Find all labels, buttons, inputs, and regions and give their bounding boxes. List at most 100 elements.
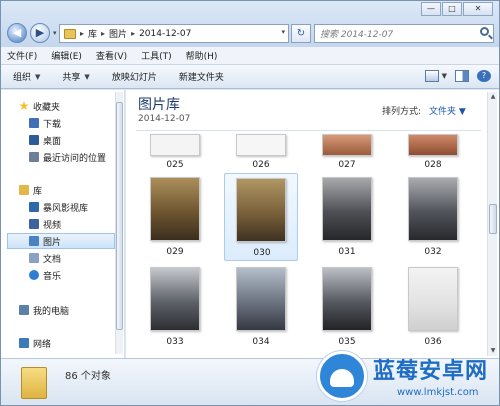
address-dropdown[interactable]: ▾ <box>281 28 285 36</box>
thumbnail-item-selected[interactable]: 030 <box>224 173 298 261</box>
search-input[interactable]: 搜索 2014-12-07 <box>314 24 494 43</box>
file-list-pane: 图片库 2014-12-07 排列方式: 文件夹 ▼ 025 026 027 0… <box>126 90 499 358</box>
sidebar-item-downloads[interactable]: 下载 <box>29 115 141 131</box>
breadcrumb-separator[interactable]: ▸ <box>131 29 135 38</box>
thumbnail-item[interactable]: 031 <box>316 175 378 261</box>
photo-thumbnail <box>408 267 458 331</box>
chevron-down-icon: ▼ <box>84 72 90 81</box>
search-icon[interactable] <box>480 27 489 36</box>
thumbnail-item[interactable]: 028 <box>402 134 464 174</box>
help-icon[interactable]: ? <box>477 70 491 82</box>
scroll-up-icon[interactable]: ▲ <box>489 93 497 101</box>
sidebar-item-label: 视频 <box>43 220 62 231</box>
search-placeholder: 搜索 2014-12-07 <box>320 30 394 40</box>
photo-thumbnail <box>322 134 372 156</box>
item-count: 86 个对象 <box>65 371 111 382</box>
thumbnail-item[interactable]: 025 <box>144 134 206 174</box>
chevron-down-icon[interactable]: ▼ <box>442 72 447 80</box>
maximize-button[interactable]: □ <box>442 2 462 16</box>
thumbnail-caption: 030 <box>253 248 271 258</box>
photo-thumbnail <box>150 134 200 156</box>
content-scrollbar[interactable]: ▲ ▼ <box>487 92 497 356</box>
thumbnail-item[interactable]: 029 <box>144 175 206 261</box>
sidebar-item-videos[interactable]: 视频 <box>29 216 141 232</box>
breadcrumb-pictures[interactable]: 图片 <box>109 27 127 40</box>
photo-thumbnail <box>150 267 200 331</box>
window-controls: — □ ✕ <box>420 2 493 16</box>
folder-icon <box>64 28 76 39</box>
address-bar[interactable]: ▸ 库 ▸ 图片 ▸ 2014-12-07 ▾ <box>59 24 289 43</box>
documents-icon <box>29 253 39 263</box>
watermark-brand: 蓝莓安卓网 <box>373 359 489 384</box>
navigation-buttons: ◀ ▶ ▾ <box>7 22 57 44</box>
refresh-button[interactable]: ↻ <box>291 24 311 43</box>
photo-thumbnail <box>236 267 286 331</box>
thumbnail-item[interactable]: 027 <box>316 134 378 174</box>
sidebar-item-desktop[interactable]: 桌面 <box>29 132 141 148</box>
sidebar-item-label: 我的电脑 <box>33 306 70 317</box>
music-icon <box>29 270 39 280</box>
thumbnail-item[interactable]: 033 <box>144 265 206 351</box>
explorer-window: — □ ✕ ◀ ▶ ▾ ▸ 库 ▸ 图片 ▸ 2014-12-07 ▾ ↻ 搜索… <box>0 0 500 406</box>
library-subtitle: 2014-12-07 <box>138 114 191 124</box>
organize-label: 组织 <box>13 73 32 83</box>
thumbnail-item[interactable]: 034 <box>230 265 292 351</box>
thumbnail-caption: 033 <box>166 337 184 347</box>
thumbnail-item[interactable]: 036 <box>402 265 464 351</box>
sidebar-item-recent-places[interactable]: 最近访问的位置 <box>29 149 141 165</box>
breadcrumb-library[interactable]: 库 <box>88 27 97 40</box>
sidebar-item-video-library[interactable]: 暴风影视库 <box>29 199 141 215</box>
menu-view[interactable]: 查看(V) <box>96 49 127 62</box>
sidebar-item-documents[interactable]: 文档 <box>29 250 141 266</box>
scrollbar-thumb[interactable] <box>489 204 497 234</box>
thumbnail-caption: 027 <box>338 160 356 170</box>
preview-pane-icon[interactable] <box>455 70 469 82</box>
breadcrumb-separator[interactable]: ▸ <box>80 29 84 38</box>
folder-icon <box>21 367 47 399</box>
slideshow-button[interactable]: 放映幻灯片 <box>112 70 157 83</box>
change-view-icon[interactable] <box>424 70 439 82</box>
thumbnail-caption: 035 <box>338 337 356 347</box>
close-button[interactable]: ✕ <box>463 2 493 16</box>
minimize-button[interactable]: — <box>421 2 441 16</box>
navigation-scrollbar[interactable] <box>115 92 123 354</box>
new-folder-button[interactable]: 新建文件夹 <box>179 70 224 83</box>
watermark: 蓝莓安卓网 www.lmkjst.com <box>317 349 500 406</box>
recent-pages-dropdown[interactable]: ▾ <box>53 29 57 37</box>
chevron-down-icon: ▼ <box>35 72 41 81</box>
photo-thumbnail <box>408 134 458 156</box>
scrollbar-thumb[interactable] <box>116 102 123 330</box>
organize-button[interactable]: 组织 ▼ <box>13 70 41 84</box>
thumbnail-item[interactable]: 032 <box>402 175 464 261</box>
sidebar-item-label: 下载 <box>43 119 62 130</box>
sidebar-item-label: 文档 <box>43 254 62 265</box>
photo-thumbnail <box>322 177 372 241</box>
computer-icon <box>19 305 29 315</box>
thumbnail-caption: 034 <box>252 337 270 347</box>
forward-button[interactable]: ▶ <box>30 23 50 43</box>
video-icon <box>29 219 39 229</box>
photo-thumbnail <box>236 178 286 242</box>
thumbnail-item[interactable]: 026 <box>230 134 292 174</box>
breadcrumb-date-folder[interactable]: 2014-12-07 <box>139 29 191 39</box>
menu-tools[interactable]: 工具(T) <box>141 49 172 62</box>
thumbnail-caption: 036 <box>424 337 442 347</box>
sidebar-item-label: 网络 <box>33 339 52 350</box>
thumbnail-item[interactable]: 035 <box>316 265 378 351</box>
share-button[interactable]: 共享 ▼ <box>62 70 90 84</box>
sidebar-item-music[interactable]: 音乐 <box>29 267 141 283</box>
sidebar-item-label: 桌面 <box>43 136 62 147</box>
menu-edit[interactable]: 编辑(E) <box>51 49 82 62</box>
back-button[interactable]: ◀ <box>7 23 27 43</box>
video-library-icon <box>29 202 39 212</box>
arrange-by-dropdown[interactable]: 文件夹 ▼ <box>429 104 466 117</box>
photo-thumbnail <box>150 177 200 241</box>
menu-file[interactable]: 文件(F) <box>7 49 37 62</box>
thumbnail-caption: 029 <box>166 247 184 257</box>
photo-thumbnail <box>236 134 286 156</box>
menu-help[interactable]: 帮助(H) <box>186 49 218 62</box>
breadcrumb-separator[interactable]: ▸ <box>101 29 105 38</box>
toolbar-right: ▼ ? <box>417 70 491 82</box>
sidebar-item-label: 暴风影视库 <box>43 203 89 214</box>
sidebar-item-pictures[interactable]: 图片 <box>7 233 115 249</box>
